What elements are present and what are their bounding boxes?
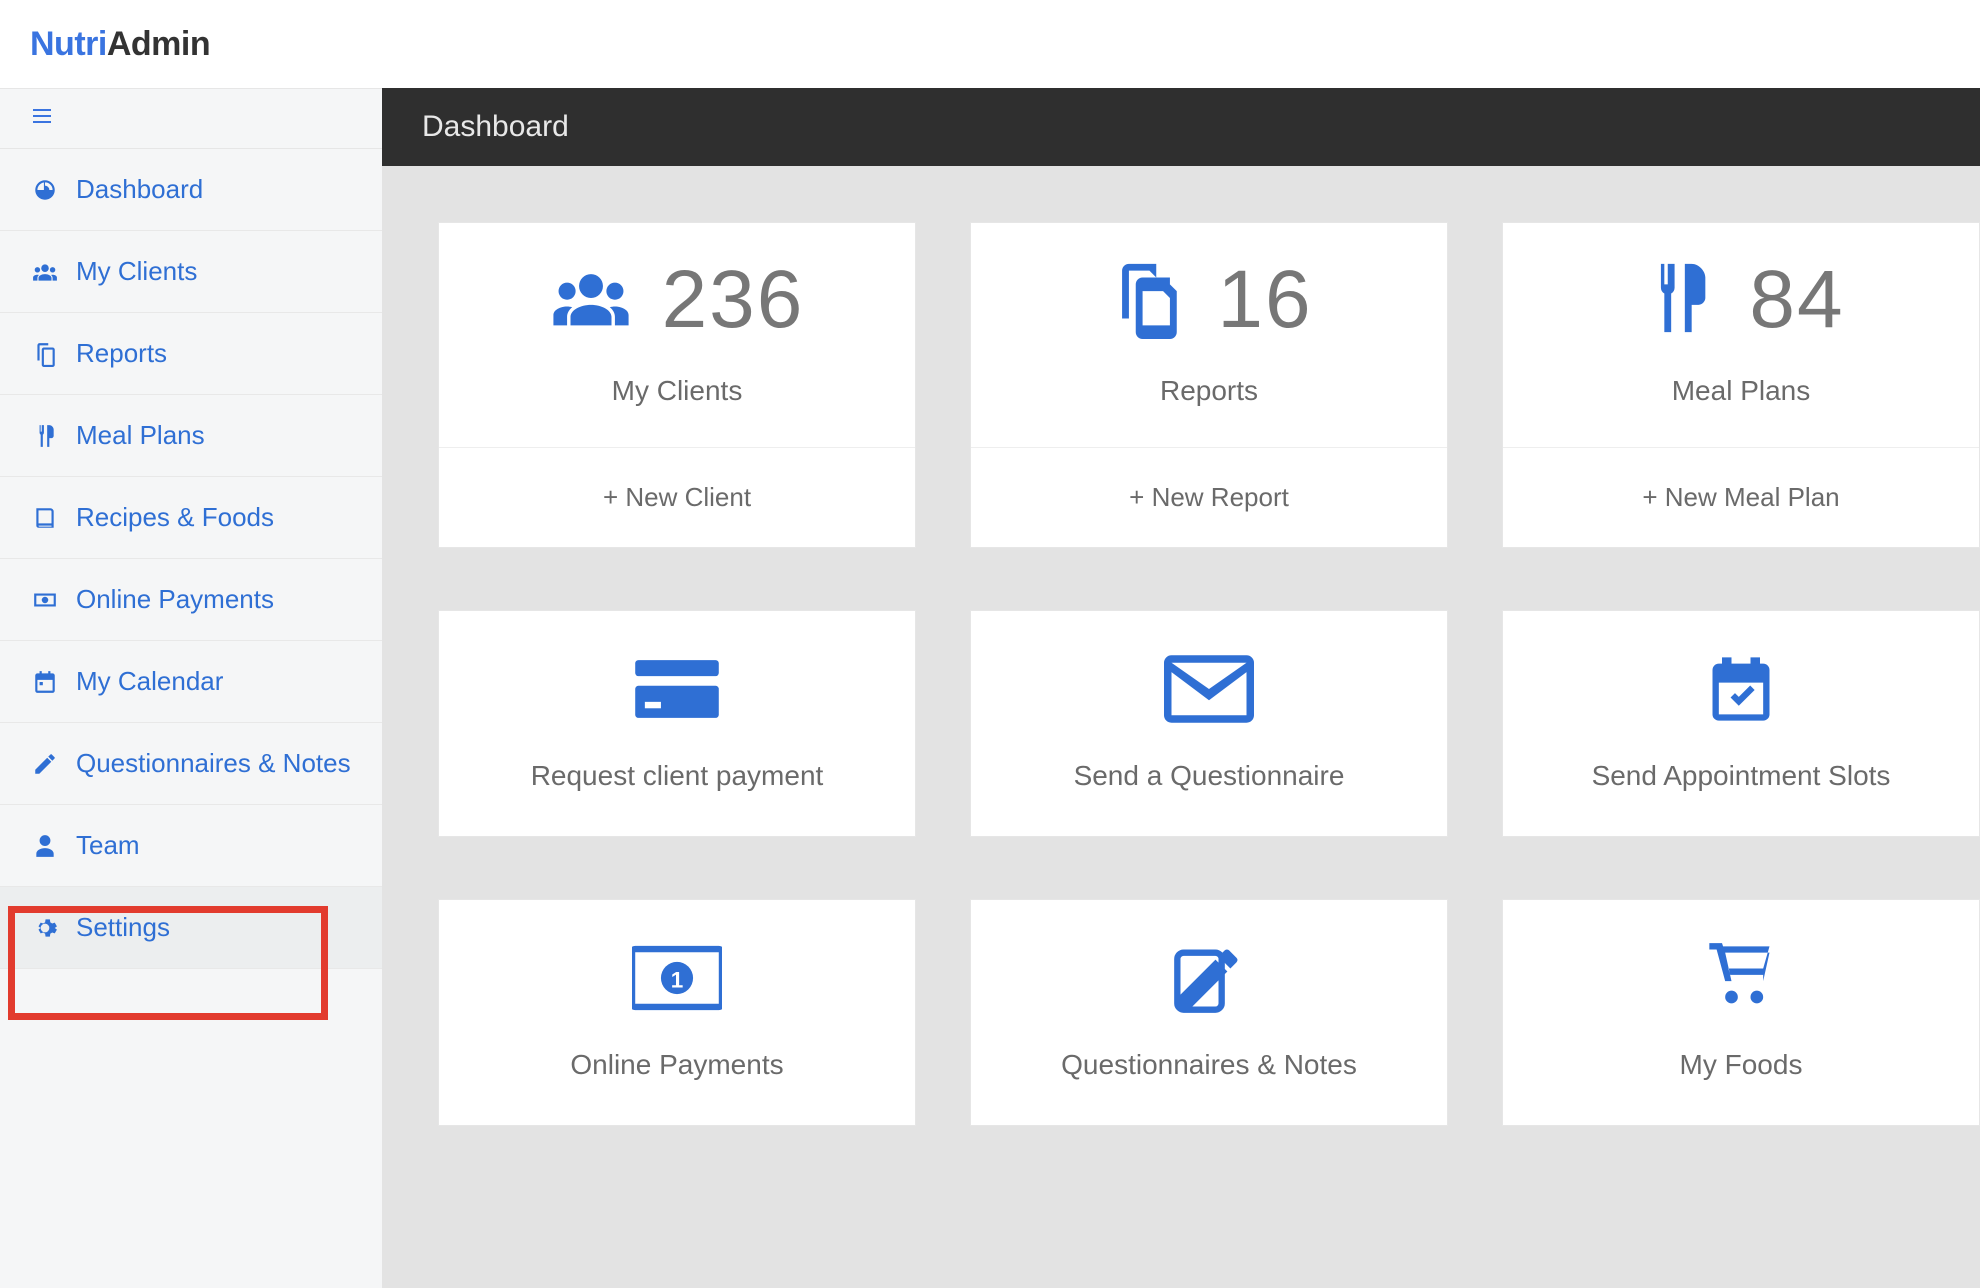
action-label: Send Appointment Slots: [1592, 760, 1891, 792]
page-title-bar: Dashboard: [382, 88, 1980, 166]
sidebar-item-label: Questionnaires & Notes: [76, 748, 351, 779]
sidebar-item-label: Online Payments: [76, 584, 274, 615]
stat-count: 84: [1749, 253, 1844, 347]
recipes-icon: [30, 505, 60, 531]
app-header: NutriAdmin: [0, 0, 1980, 88]
creditcard-icon: [632, 651, 722, 732]
sidebar-item-payments[interactable]: Online Payments: [0, 559, 382, 641]
sidebar-item-label: My Calendar: [76, 666, 223, 697]
page-title: Dashboard: [422, 110, 569, 144]
sidebar-item-recipes[interactable]: Recipes & Foods: [0, 477, 382, 559]
reports-icon: [1105, 257, 1187, 344]
action-label: Questionnaires & Notes: [1061, 1049, 1357, 1081]
stat-card-reports[interactable]: 16 Reports + New Report: [970, 222, 1448, 548]
action-card-send-questionnaire[interactable]: Send a Questionnaire: [970, 610, 1448, 837]
action-card-send-slots[interactable]: Send Appointment Slots: [1502, 610, 1980, 837]
edit-icon: [1164, 940, 1254, 1021]
sidebar-item-mealplans[interactable]: Meal Plans: [0, 395, 382, 477]
stat-card-clients[interactable]: 236 My Clients + New Client: [438, 222, 916, 548]
team-icon: [30, 833, 60, 859]
sidebar-item-reports[interactable]: Reports: [0, 313, 382, 395]
brand-part1: Nutri: [30, 25, 107, 63]
actions-row-1: Request client payment Send a Questionna…: [438, 610, 1980, 837]
sidebar-item-dashboard[interactable]: Dashboard: [0, 149, 382, 231]
sidebar-item-label: Settings: [76, 912, 170, 943]
new-client-button[interactable]: + New Client: [439, 448, 915, 547]
sidebar-item-label: Reports: [76, 338, 167, 369]
new-report-button[interactable]: + New Report: [971, 448, 1447, 547]
brand-part2: Admin: [107, 25, 210, 63]
stat-card-mealplans[interactable]: 84 Meal Plans + New Meal Plan: [1502, 222, 1980, 548]
stat-label: My Clients: [612, 375, 743, 407]
actions-row-2: 1 Online Payments Questionnaires & Notes…: [438, 899, 1980, 1126]
money-icon: 1: [632, 940, 722, 1021]
mealplans-icon: [30, 423, 60, 449]
sidebar-item-calendar[interactable]: My Calendar: [0, 641, 382, 723]
payments-icon: [30, 587, 60, 613]
questionnaires-icon: [30, 751, 60, 777]
action-label: Send a Questionnaire: [1074, 760, 1345, 792]
stat-label: Meal Plans: [1672, 375, 1811, 407]
action-label: My Foods: [1680, 1049, 1803, 1081]
sidebar-item-label: Meal Plans: [76, 420, 205, 451]
sidebar: Dashboard My Clients Reports Meal Plans: [0, 88, 382, 1288]
action-label: Online Payments: [570, 1049, 783, 1081]
dashboard-icon: [30, 177, 60, 203]
sidebar-toggle[interactable]: [0, 89, 382, 149]
sidebar-item-clients[interactable]: My Clients: [0, 231, 382, 313]
calendar-icon: [30, 669, 60, 695]
brand-logo[interactable]: NutriAdmin: [30, 25, 210, 64]
sidebar-item-settings[interactable]: Settings: [0, 887, 382, 969]
action-card-online-payments[interactable]: 1 Online Payments: [438, 899, 916, 1126]
reports-icon: [30, 341, 60, 367]
sidebar-item-label: Team: [76, 830, 140, 861]
cart-icon: [1696, 940, 1786, 1021]
stats-row: 236 My Clients + New Client 16: [438, 222, 1980, 548]
main-content: Dashboard 236 My Clients + New Clie: [382, 88, 1980, 1288]
stat-label: Reports: [1160, 375, 1258, 407]
sidebar-item-label: Recipes & Foods: [76, 502, 274, 533]
action-label: Request client payment: [531, 760, 824, 792]
hamburger-icon: [30, 104, 54, 133]
action-card-request-payment[interactable]: Request client payment: [438, 610, 916, 837]
stat-count: 16: [1217, 253, 1312, 347]
action-card-questionnaires-notes[interactable]: Questionnaires & Notes: [970, 899, 1448, 1126]
svg-text:1: 1: [671, 968, 684, 993]
envelope-icon: [1164, 651, 1254, 732]
sidebar-item-label: Dashboard: [76, 174, 203, 205]
clients-icon: [550, 257, 632, 344]
settings-icon: [30, 915, 60, 941]
new-mealplan-button[interactable]: + New Meal Plan: [1503, 448, 1979, 547]
calendarcheck-icon: [1696, 651, 1786, 732]
stat-count: 236: [662, 253, 805, 347]
sidebar-item-team[interactable]: Team: [0, 805, 382, 887]
action-card-my-foods[interactable]: My Foods: [1502, 899, 1980, 1126]
clients-icon: [30, 259, 60, 285]
sidebar-item-questionnaires[interactable]: Questionnaires & Notes: [0, 723, 382, 805]
sidebar-item-label: My Clients: [76, 256, 197, 287]
mealplans-icon: [1637, 257, 1719, 344]
